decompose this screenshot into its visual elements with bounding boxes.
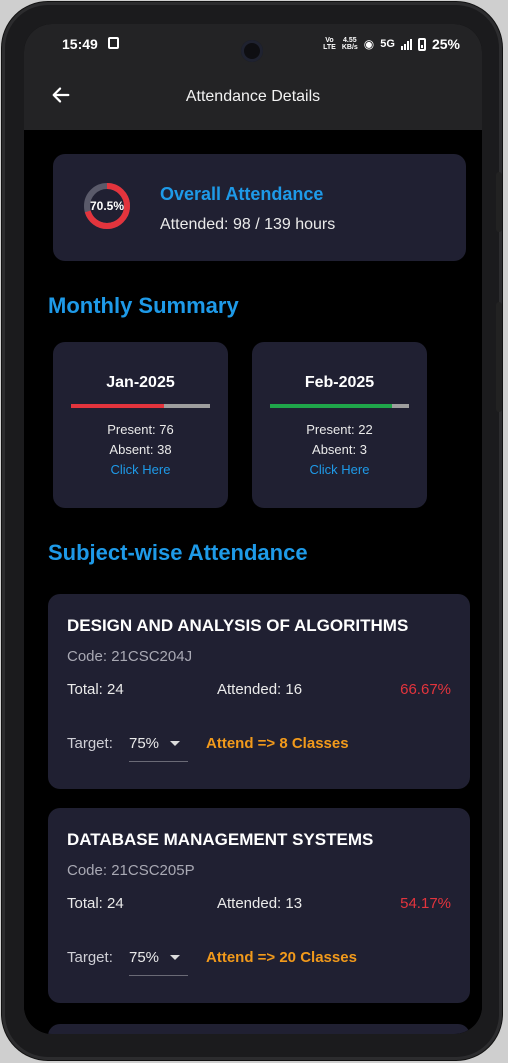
subject-card-partial	[48, 1024, 470, 1034]
target-dropdown[interactable]: 75%	[129, 942, 188, 976]
month-name: Feb-2025	[304, 374, 375, 391]
month-progress-bar	[270, 404, 409, 408]
attend-advice: Attend => 20 Classes	[206, 949, 357, 966]
month-absent: Absent: 38	[109, 442, 172, 457]
month-click-here-link[interactable]: Click Here	[53, 462, 228, 477]
attend-advice: Attend => 8 Classes	[206, 735, 349, 752]
month-card-jan: Jan-2025 Present: 76 Absent: 38 Click He…	[53, 342, 228, 508]
subject-total: Total: 24	[67, 681, 124, 698]
target-label: Target:	[67, 735, 113, 752]
subject-card: DESIGN AND ANALYSIS OF ALGORITHMS Code: …	[48, 594, 470, 789]
subject-wise-title: Subject-wise Attendance	[48, 540, 308, 565]
network-type: 5G	[380, 38, 395, 50]
overall-percent: 70.5%	[89, 199, 125, 213]
status-bar: 15:49 Vo LTE 4.55 KB/s ◉ 5G 25%	[24, 24, 482, 64]
screen: 15:49 Vo LTE 4.55 KB/s ◉ 5G 25% Attendan…	[24, 24, 482, 1034]
month-present: Present: 76	[107, 422, 174, 437]
battery-icon	[417, 37, 426, 51]
monthly-summary-title: Monthly Summary	[48, 293, 239, 318]
subject-attended: Attended: 16	[217, 681, 303, 698]
month-progress-bar	[71, 404, 210, 408]
subject-name: DESIGN AND ANALYSIS OF ALGORITHMS	[67, 616, 409, 635]
status-right-group: Vo LTE 4.55 KB/s ◉ 5G 25%	[323, 36, 460, 52]
subject-code: Code: 21CSC205P	[67, 862, 195, 879]
subject-attended: Attended: 13	[217, 895, 303, 912]
notification-icon	[108, 37, 119, 49]
target-value: 75%	[129, 949, 160, 966]
network-speed-unit: KB/s	[341, 44, 358, 51]
power-button	[496, 302, 502, 412]
volume-button	[496, 172, 502, 232]
battery-percent: 25%	[431, 36, 460, 52]
subject-name: DATABASE MANAGEMENT SYSTEMS	[67, 830, 374, 849]
network-speed-value: 4.55	[343, 37, 357, 44]
subject-percent: 54.17%	[400, 895, 451, 912]
hotspot-icon: ◉	[363, 37, 375, 51]
chevron-down-icon	[170, 741, 180, 746]
month-present: Present: 22	[306, 422, 373, 437]
status-time: 15:49	[62, 36, 98, 52]
content-scroll[interactable]: 70.5% Overall Attendance Attended: 98 / …	[24, 130, 482, 1034]
month-absent: Absent: 3	[312, 442, 367, 457]
phone-frame: 15:49 Vo LTE 4.55 KB/s ◉ 5G 25% Attendan…	[2, 2, 502, 1060]
overall-attendance-card: 70.5% Overall Attendance Attended: 98 / …	[53, 154, 466, 261]
subject-total: Total: 24	[67, 895, 124, 912]
subject-card: DATABASE MANAGEMENT SYSTEMS Code: 21CSC2…	[48, 808, 470, 1003]
network-speed: 4.55 KB/s	[342, 37, 358, 51]
overall-title: Overall Attendance	[160, 184, 324, 204]
month-click-here-link[interactable]: Click Here	[252, 462, 427, 477]
month-progress-fill	[270, 404, 393, 408]
subject-code: Code: 21CSC204J	[67, 648, 193, 665]
volte-label: Vo LTE	[323, 37, 336, 51]
month-card-feb: Feb-2025 Present: 22 Absent: 3 Click Her…	[252, 342, 427, 508]
page-title: Attendance Details	[185, 88, 321, 105]
month-name: Jan-2025	[106, 374, 175, 391]
subject-percent: 66.67%	[400, 681, 451, 698]
signal-icon	[400, 38, 412, 50]
target-dropdown[interactable]: 75%	[129, 728, 188, 762]
front-camera	[241, 40, 263, 62]
overall-attended: Attended: 98 / 139 hours	[160, 216, 336, 233]
month-progress-fill	[71, 404, 164, 408]
chevron-down-icon	[170, 955, 180, 960]
app-bar: Attendance Details	[24, 64, 482, 130]
target-label: Target:	[67, 949, 113, 966]
target-value: 75%	[129, 735, 160, 752]
